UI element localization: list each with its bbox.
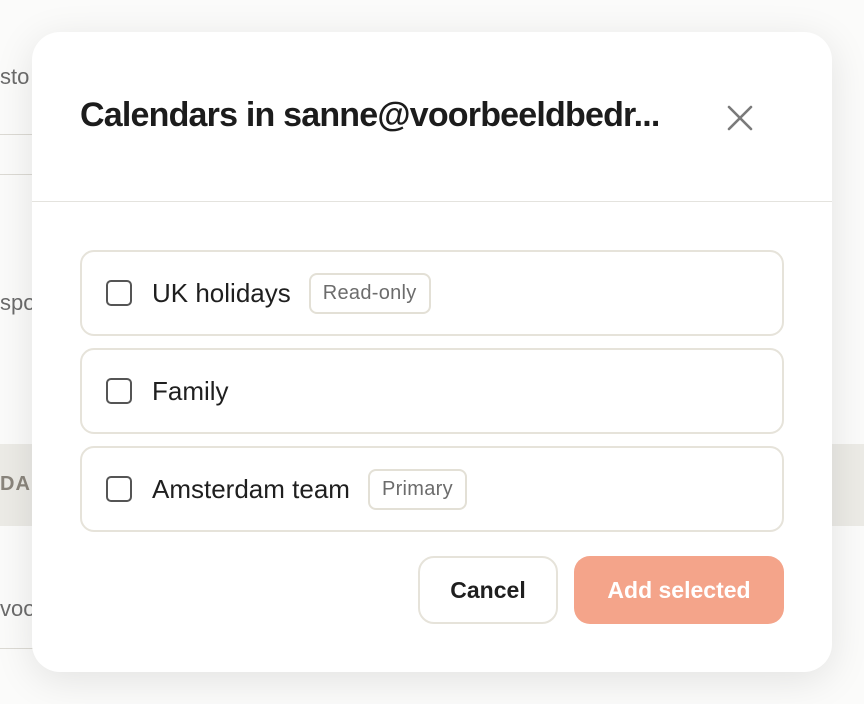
calendar-label: Amsterdam team [152, 473, 350, 504]
calendar-checkbox[interactable] [106, 280, 132, 306]
read-only-badge: Read-only [308, 272, 431, 314]
add-selected-button[interactable]: Add selected [574, 556, 784, 624]
calendar-checkbox[interactable] [106, 476, 132, 502]
calendars-dialog: Calendars in sanne@voorbeeldbedr... UK h… [32, 32, 832, 672]
dialog-title: Calendars in sanne@voorbeeldbedr... [80, 96, 660, 134]
close-button[interactable] [720, 98, 760, 138]
calendar-option-family[interactable]: Family [80, 348, 784, 434]
calendar-list: UK holidays Read-only Family Amsterdam t… [80, 250, 784, 544]
primary-badge: Primary [367, 468, 467, 510]
dialog-header: Calendars in sanne@voorbeeldbedr... [32, 32, 832, 202]
calendar-label: UK holidays [152, 277, 291, 308]
cancel-button[interactable]: Cancel [418, 556, 558, 624]
calendar-checkbox[interactable] [106, 378, 132, 404]
calendar-option-amsterdam-team[interactable]: Amsterdam team Primary [80, 446, 784, 532]
calendar-option-uk-holidays[interactable]: UK holidays Read-only [80, 250, 784, 336]
background-text: DA [0, 473, 31, 495]
calendar-label: Family [152, 375, 229, 406]
close-icon [727, 105, 753, 131]
